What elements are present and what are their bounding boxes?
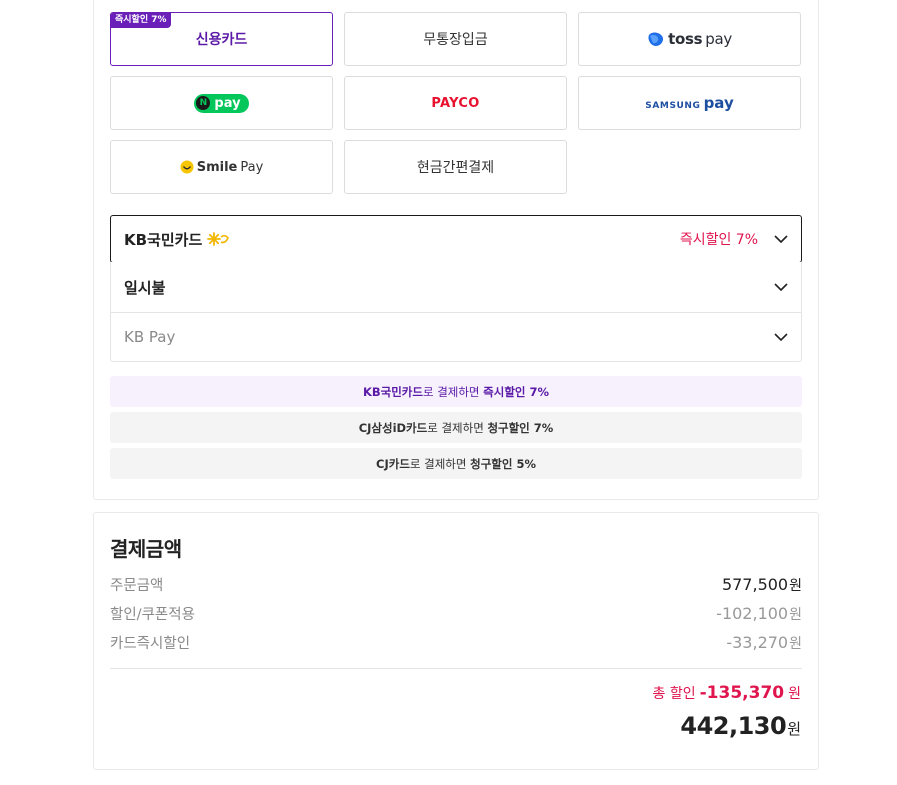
simple-cash-button[interactable]: 현금간편결제 [344,140,567,194]
credit-card-button[interactable]: 즉시할인 7% 신용카드 [110,12,333,66]
coupon-discount-amount: -102,100 [716,603,789,623]
smile-brand-text: Smile [196,159,238,175]
notice-benefit: 청구할인 5% [470,456,536,471]
notice-card-name: KB국민카드 [362,384,423,399]
coupon-discount-value: -102,100 원 [716,604,802,624]
currency-unit: 원 [789,577,802,594]
currency-unit: 원 [788,686,801,702]
grand-total: 442,130 원 [680,712,801,740]
instant-discount-badge: 즉시할인 7% [111,13,171,28]
installment-select-label: 일시불 [124,278,166,297]
simple-cash-label: 현금간편결제 [416,160,495,176]
smile-pay-logo: Smile Pay [180,159,264,175]
npay-logo: N pay [194,93,249,113]
currency-unit: 원 [789,606,802,623]
kb-pay-select-label: KB Pay [124,328,176,346]
order-amount-value: 577,500 원 [722,575,802,595]
notice-card-name: CJ삼성iD카드 [358,420,428,435]
toss-pay-logo: toss pay [647,30,732,48]
card-discount-text: 즉시할인 7% [679,232,758,248]
samsung-pay-text: pay [703,94,734,112]
bank-transfer-button[interactable]: 무통장입금 [344,12,567,66]
smile-pay-button[interactable]: Smile Pay [110,140,333,194]
npay-n-icon: N [196,96,211,110]
cj-samsung-card-benefit-notice: CJ삼성iD카드 로 결제하면 청구할인 7% [110,412,802,443]
payco-logo: PAYCO [431,95,480,111]
order-amount-row: 주문금액 577,500 원 [110,574,802,595]
samsung-pay-button[interactable]: SAMSUNG pay [578,76,801,130]
card-instant-discount-amount: -33,270 [726,632,789,652]
grand-total-amount: 442,130 [680,712,787,740]
samsung-pay-logo: SAMSUNG pay [645,94,734,112]
smile-pay-text: Pay [240,159,264,175]
coupon-discount-label: 할인/쿠폰적용 [110,607,195,623]
toss-icon [648,32,664,46]
npay-button[interactable]: N pay [110,76,333,130]
card-select[interactable]: KB국민카드 즉시할인 7% [110,215,802,263]
card-instant-discount-label: 카드즉시할인 [110,636,191,652]
samsung-brand-text: SAMSUNG [645,101,701,111]
toss-pay-text: pay [705,30,732,48]
notice-benefit: 청구할인 7% [487,420,554,435]
order-amount: 577,500 [721,574,789,594]
notice-text: 로 결제하면 [427,420,488,435]
payco-button[interactable]: PAYCO [344,76,567,130]
notice-text: 로 결제하면 [409,456,471,471]
toss-pay-button[interactable]: toss pay [578,12,801,66]
card-select-label: KB국민카드 [124,230,203,249]
notice-card-name: CJ카드 [376,456,410,471]
kb-pay-select-right [774,330,788,344]
installment-select[interactable]: 일시불 [110,262,802,313]
bank-transfer-label: 무통장입금 [423,32,488,48]
chevron-down-icon [774,330,788,344]
currency-unit: 원 [787,720,801,738]
coupon-discount-row: 할인/쿠폰적용 -102,100 원 [110,603,802,624]
kb-card-benefit-notice: KB국민카드 로 결제하면 즉시할인 7% [110,376,802,407]
npay-pay-text: pay [214,95,241,111]
notice-text: 로 결제하면 [422,384,484,399]
summary-divider [110,668,802,669]
total-discount-label: 총 할인 [652,686,696,702]
currency-unit: 원 [789,635,802,652]
order-amount-label: 주문금액 [110,578,164,594]
smile-icon [180,160,194,174]
toss-brand-text: toss [668,30,703,48]
chevron-down-icon [774,280,788,294]
total-discount: 총 할인 -135,370 원 [653,683,801,703]
card-instant-discount-value: -33,270 원 [726,633,802,653]
payment-summary-title: 결제금액 [110,537,182,561]
card-instant-discount-row: 카드즉시할인 -33,270 원 [110,632,802,653]
total-discount-amount: -135,370 [699,683,785,703]
kb-pay-select[interactable]: KB Pay [110,312,802,362]
notice-benefit: 즉시할인 7% [483,384,550,399]
card-select-right: 즉시할인 7% [680,229,788,249]
cj-card-benefit-notice: CJ카드 로 결제하면 청구할인 5% [110,448,802,479]
kb-star-icon [207,232,230,246]
chevron-down-icon [774,232,788,246]
credit-card-label: 신용카드 [195,32,248,48]
installment-select-right [774,280,788,294]
